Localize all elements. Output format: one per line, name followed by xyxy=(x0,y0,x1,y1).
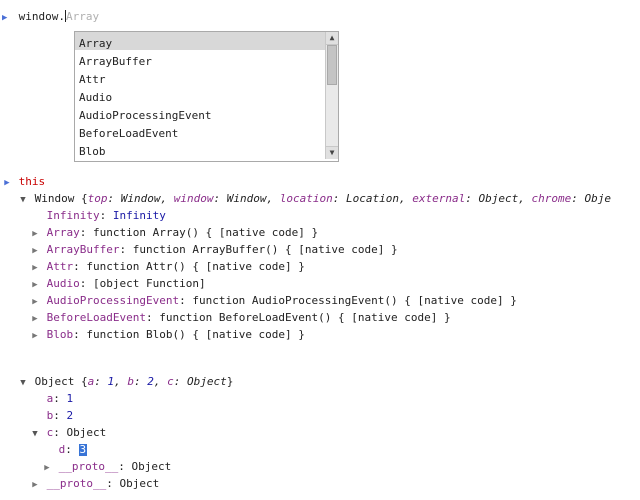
property-key: AudioProcessingEvent xyxy=(47,294,179,307)
console-input-row[interactable]: ▶ window.Array xyxy=(0,0,640,25)
property-row[interactable]: ArrayBuffer: function ArrayBuffer() { [n… xyxy=(0,241,640,258)
autocomplete-scrollbar[interactable]: ▲ ▼ xyxy=(325,32,338,159)
property-row: b: 2 xyxy=(0,407,640,424)
autocomplete-item[interactable]: AudioProcessingEvent xyxy=(75,104,325,122)
expand-arrow-icon[interactable] xyxy=(30,294,40,307)
result-this-row: this xyxy=(0,173,640,190)
autocomplete-item[interactable]: ArrayBuffer xyxy=(75,50,325,68)
property-value: Object xyxy=(67,426,107,439)
property-row: Infinity: Infinity xyxy=(0,207,640,224)
expand-arrow-icon[interactable] xyxy=(42,460,52,473)
property-value: Infinity xyxy=(113,209,166,222)
property-value: [object Function] xyxy=(93,277,206,290)
property-row[interactable]: __proto__: Object xyxy=(0,458,640,475)
expand-arrow-icon[interactable] xyxy=(18,375,28,388)
this-label: this xyxy=(19,175,46,188)
property-value: function Array() { [native code] } xyxy=(93,226,318,239)
property-value: Object xyxy=(119,477,159,490)
property-key: Blob xyxy=(47,328,74,341)
property-key: Attr xyxy=(47,260,74,273)
expand-arrow-icon[interactable] xyxy=(30,311,40,324)
property-key: Audio xyxy=(47,277,80,290)
property-value: function Attr() { [native code] } xyxy=(86,260,305,273)
autocomplete-item[interactable]: Array xyxy=(75,32,325,50)
property-row[interactable]: d: 3 xyxy=(0,441,640,458)
selected-value[interactable]: 3 xyxy=(79,444,88,456)
proto-key: __proto__ xyxy=(59,460,119,473)
expand-arrow-icon[interactable] xyxy=(30,277,40,290)
object-preview-row[interactable]: Object {a: 1, b: 2, c: Object} xyxy=(0,373,640,390)
scrollbar-thumb[interactable] xyxy=(327,45,337,85)
console-input-typed: window. xyxy=(19,10,65,23)
expand-arrow-icon[interactable] xyxy=(30,260,40,273)
autocomplete-item[interactable]: Audio xyxy=(75,86,325,104)
scroll-up-icon[interactable]: ▲ xyxy=(326,32,338,45)
autocomplete-list[interactable]: Array ArrayBuffer Attr Audio AudioProces… xyxy=(75,32,325,158)
expand-arrow-icon[interactable] xyxy=(30,477,40,490)
property-row[interactable]: Array: function Array() { [native code] … xyxy=(0,224,640,241)
scroll-down-icon[interactable]: ▼ xyxy=(326,146,338,159)
expand-arrow-icon[interactable] xyxy=(30,328,40,341)
object-type: Object xyxy=(35,375,75,388)
window-preview-row[interactable]: Window {top: Window, window: Window, loc… xyxy=(0,190,640,207)
prompt-icon: ▶ xyxy=(2,13,12,23)
property-value: function Blob() { [native code] } xyxy=(86,328,305,341)
property-key: Infinity xyxy=(47,209,100,222)
autocomplete-popup[interactable]: Array ArrayBuffer Attr Audio AudioProces… xyxy=(74,31,339,162)
property-row[interactable]: Audio: [object Function] xyxy=(0,275,640,292)
expand-arrow-icon[interactable] xyxy=(30,426,40,439)
property-value: function AudioProcessingEvent() { [nativ… xyxy=(192,294,517,307)
property-row[interactable]: Blob: function Blob() { [native code] } xyxy=(0,326,640,343)
property-row: a: 1 xyxy=(0,390,640,407)
property-value: function BeforeLoadEvent() { [native cod… xyxy=(159,311,450,324)
property-key: Array xyxy=(47,226,80,239)
property-row[interactable]: Attr: function Attr() { [native code] } xyxy=(0,258,640,275)
expand-arrow-icon[interactable] xyxy=(30,226,40,239)
property-value: Object xyxy=(131,460,171,473)
expand-arrow-icon[interactable] xyxy=(18,192,28,205)
property-key: ArrayBuffer xyxy=(47,243,120,256)
property-value: function ArrayBuffer() { [native code] } xyxy=(133,243,398,256)
property-key: BeforeLoadEvent xyxy=(47,311,146,324)
property-row[interactable]: c: Object xyxy=(0,424,640,441)
property-row[interactable]: __proto__: Object xyxy=(0,475,640,492)
property-value: 1 xyxy=(67,392,74,405)
property-row[interactable]: AudioProcessingEvent: function AudioProc… xyxy=(0,292,640,309)
expand-arrow-icon[interactable] xyxy=(30,243,40,256)
object-type: Window xyxy=(35,192,75,205)
property-value: 2 xyxy=(67,409,74,422)
property-row[interactable]: BeforeLoadEvent: function BeforeLoadEven… xyxy=(0,309,640,326)
proto-key: __proto__ xyxy=(47,477,107,490)
console-input-ghost: Array xyxy=(66,10,99,23)
expand-arrow-icon[interactable] xyxy=(2,175,12,188)
